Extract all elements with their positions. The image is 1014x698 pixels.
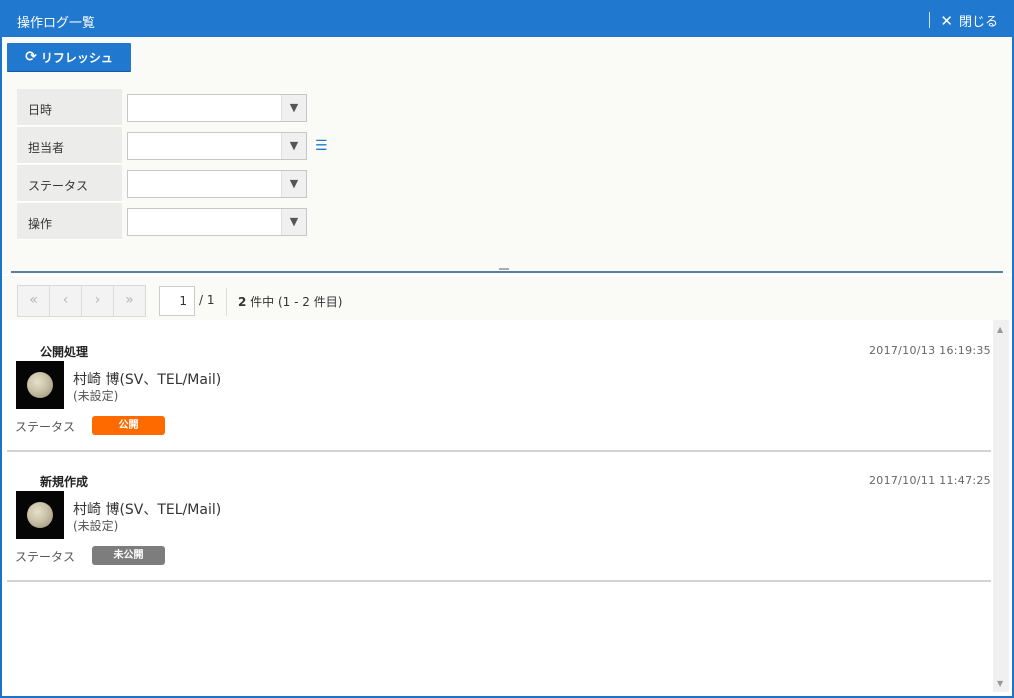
dropdown-arrow-icon: ▼ (281, 95, 306, 121)
dropdown-arrow-icon: ▼ (281, 133, 306, 159)
status-label: ステータス (15, 550, 76, 564)
list-item[interactable]: 新規作成 2017/10/11 11:47:25 村崎 博(SV、TEL/Mai… (7, 450, 991, 582)
splitter-grip-icon[interactable] (499, 268, 509, 270)
pager-divider (226, 288, 227, 316)
close-icon: ✕ (940, 11, 953, 30)
refresh-icon: ⟳ (25, 49, 37, 65)
assignee-select[interactable]: ▼ (127, 132, 307, 160)
user-subtitle: (未設定) (73, 519, 119, 533)
operation-title: 新規作成 (40, 475, 89, 489)
moon-avatar-icon (27, 502, 53, 528)
title-bar: 操作ログ一覧 ✕ 閉じる (0, 0, 1014, 37)
filter-label: ステータス (17, 165, 122, 202)
filter-panel: ⟳ リフレッシュ 日時 ▼ 担当者 ▼ ☰ ステータス ▼ 操作 ▼ (2, 37, 1012, 274)
filter-row-operation: 操作 ▼ (17, 203, 347, 241)
operation-title: 公開処理 (40, 345, 89, 359)
record-count-text: 件中 (1 - 2 件目) (246, 295, 343, 309)
pager: « ‹ › » 1 / 1 2 件中 (1 - 2 件目) (2, 276, 1012, 320)
status-label: ステータス (15, 420, 76, 434)
close-button[interactable]: ✕ 閉じる (940, 11, 998, 31)
record-count: 2 件中 (1 - 2 件目) (238, 293, 342, 310)
page-number-input[interactable]: 1 (159, 286, 195, 316)
last-page-button[interactable]: » (114, 286, 145, 316)
dropdown-arrow-icon: ▼ (281, 209, 306, 235)
filter-label: 日時 (17, 89, 122, 126)
operation-log-window: 操作ログ一覧 ✕ 閉じる ⟳ リフレッシュ 日時 ▼ 担当者 ▼ ☰ ステータス… (0, 0, 1014, 698)
refresh-label: リフレッシュ (40, 50, 113, 65)
filter-form: 日時 ▼ 担当者 ▼ ☰ ステータス ▼ 操作 ▼ (17, 89, 347, 241)
avatar (16, 491, 64, 539)
timestamp: 2017/10/13 16:19:35 (868, 344, 991, 357)
next-page-button[interactable]: › (82, 286, 114, 316)
scroll-up-icon[interactable]: ▲ (997, 325, 1003, 334)
status-badge: 公開 (92, 416, 165, 435)
total-pages: / 1 (199, 293, 215, 307)
moon-avatar-icon (27, 372, 53, 398)
filter-row-datetime: 日時 ▼ (17, 89, 347, 127)
pager-buttons: « ‹ › » (17, 285, 146, 317)
log-list: 公開処理 2017/10/13 16:19:35 村崎 博(SV、TEL/Mai… (2, 320, 991, 694)
close-label: 閉じる (958, 15, 998, 30)
window-title: 操作ログ一覧 (17, 16, 96, 31)
avatar (16, 361, 64, 409)
filter-row-assignee: 担当者 ▼ ☰ (17, 127, 347, 165)
operation-select[interactable]: ▼ (127, 208, 307, 236)
user-subtitle: (未設定) (73, 389, 119, 403)
timestamp: 2017/10/11 11:47:25 (868, 474, 991, 487)
list-item[interactable]: 公開処理 2017/10/13 16:19:35 村崎 博(SV、TEL/Mai… (7, 320, 991, 452)
scroll-down-icon[interactable]: ▼ (997, 679, 1003, 688)
prev-page-button[interactable]: ‹ (50, 286, 82, 316)
close-separator (929, 12, 930, 28)
vertical-scrollbar[interactable]: ▲ ▼ (993, 320, 1009, 692)
first-page-button[interactable]: « (18, 286, 50, 316)
filter-row-status: ステータス ▼ (17, 165, 347, 203)
status-badge: 未公開 (92, 546, 165, 565)
refresh-button[interactable]: ⟳ リフレッシュ (7, 43, 131, 71)
panel-splitter[interactable] (11, 268, 1003, 273)
status-select[interactable]: ▼ (127, 170, 307, 198)
list-icon[interactable]: ☰ (315, 138, 328, 154)
dropdown-arrow-icon: ▼ (281, 171, 306, 197)
user-name: 村崎 博(SV、TEL/Mail) (73, 372, 222, 388)
filter-label: 操作 (17, 203, 122, 240)
user-name: 村崎 博(SV、TEL/Mail) (73, 502, 222, 518)
filter-label: 担当者 (17, 127, 122, 164)
datetime-select[interactable]: ▼ (127, 94, 307, 122)
